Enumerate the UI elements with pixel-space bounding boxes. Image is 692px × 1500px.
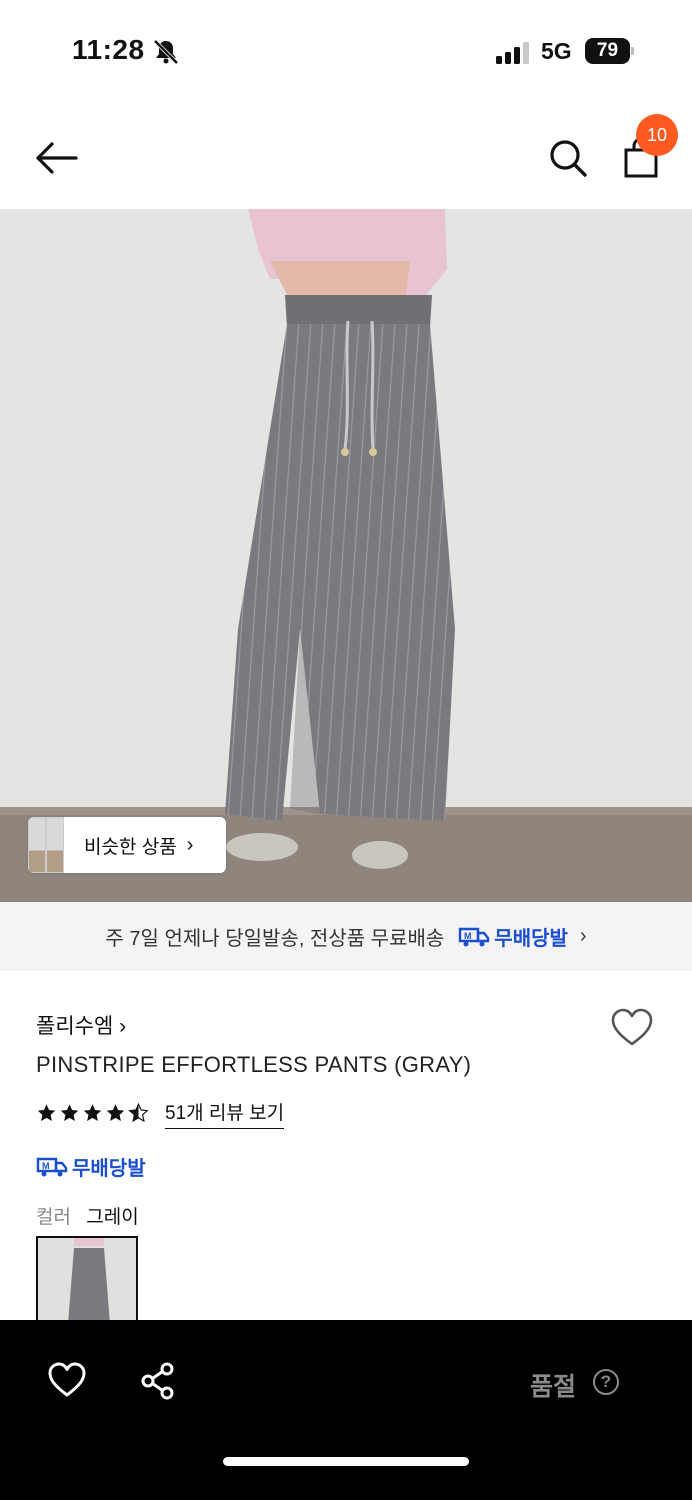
status-bar: 11:28 5G 79	[0, 0, 692, 100]
product-image[interactable]	[0, 209, 692, 902]
cart-count-badge: 10	[636, 114, 678, 156]
option-value: 그레이	[86, 1207, 139, 1228]
product-name: PINSTRIPE EFFORTLESS PANTS (GRAY)	[36, 1052, 472, 1077]
chevron-right-icon: ›	[186, 833, 194, 856]
review-link[interactable]: 51개 리뷰 보기	[165, 1098, 285, 1129]
star-icon	[83, 1104, 102, 1121]
signal-icon	[496, 42, 529, 64]
star-icon	[106, 1104, 125, 1121]
help-icon[interactable]: ?	[593, 1369, 619, 1395]
product-photo	[0, 209, 692, 902]
svg-text:M: M	[42, 1161, 50, 1171]
similar-products-label: 비슷한 상품	[84, 836, 177, 858]
battery-indicator: 79	[585, 38, 635, 64]
soldout-label: 품절	[530, 1373, 577, 1401]
rating-row: 51개 리뷰 보기	[36, 1098, 285, 1129]
color-option-thumbnail[interactable]	[36, 1236, 138, 1326]
free-delivery-badge-label: 무배당발	[494, 928, 568, 950]
thumbnail-photo	[38, 1238, 136, 1324]
heart-icon[interactable]	[48, 1362, 86, 1398]
heart-icon[interactable]	[610, 1008, 654, 1048]
back-arrow-icon[interactable]	[32, 136, 80, 180]
status-time: 11:28	[72, 34, 145, 65]
color-option-row: 컬러 그레이	[36, 1202, 139, 1229]
bell-off-icon	[153, 39, 179, 65]
svg-text:M: M	[464, 931, 472, 941]
bottom-action-bar: 품절 ?	[0, 1320, 692, 1500]
delivery-text: 주 7일 언제나 당일발송, 전상품 무료배송	[105, 928, 445, 950]
free-delivery-badge: M 무배당발	[458, 922, 568, 951]
option-label: 컬러	[36, 1207, 71, 1228]
delivery-banner[interactable]: 주 7일 언제나 당일발송, 전상품 무료배송 M 무배당발 ›	[0, 902, 692, 971]
network-type: 5G	[541, 38, 572, 64]
star-rating	[36, 1103, 151, 1123]
search-icon[interactable]	[546, 136, 590, 180]
free-delivery-badge-label: 무배당발	[72, 1158, 146, 1180]
free-delivery-badge: M 무배당발	[36, 1152, 146, 1181]
similar-thumbnails	[28, 817, 66, 873]
home-indicator	[223, 1457, 469, 1466]
share-icon[interactable]	[140, 1362, 176, 1400]
brand-link[interactable]: 폴리수엠 ›	[36, 1010, 126, 1040]
top-nav	[0, 110, 692, 208]
star-half-icon	[128, 1103, 149, 1123]
similar-products-button[interactable]: 비슷한 상품 ›	[28, 817, 226, 873]
delivery-truck-icon: M	[36, 1157, 68, 1176]
star-icon	[37, 1104, 56, 1121]
chevron-right-icon: ›	[579, 925, 587, 947]
star-icon	[60, 1104, 79, 1121]
delivery-truck-icon: M	[459, 927, 490, 946]
battery-level: 79	[596, 40, 619, 61]
